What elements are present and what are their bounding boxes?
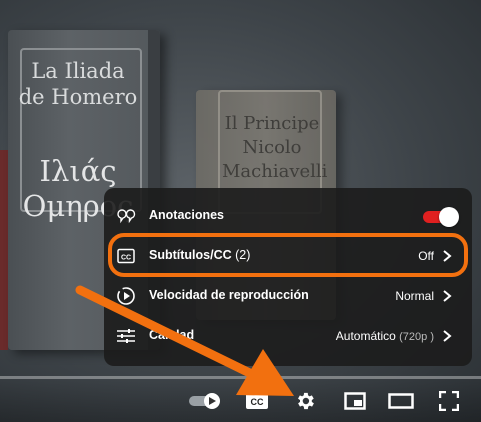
pointer-arrow-annotation bbox=[75, 285, 294, 396]
